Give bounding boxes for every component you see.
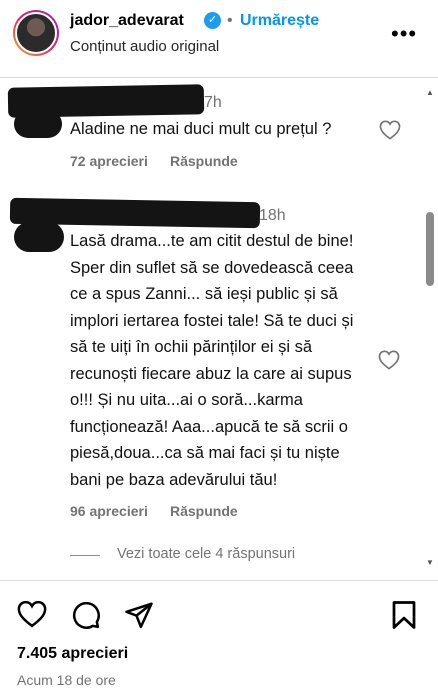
- comment-text: Lasă drama...te am citit destul de bine!…: [70, 232, 354, 489]
- separator-dot: •: [227, 12, 233, 29]
- actions-divider: [0, 580, 438, 581]
- redacted-avatar: [14, 110, 62, 138]
- audio-subtitle[interactable]: Conținut audio original: [70, 38, 219, 55]
- comments-scrollbar[interactable]: [424, 86, 436, 576]
- comment-text: Aladine ne mai duci mult cu prețul ?: [70, 120, 332, 138]
- scrollbar-thumb[interactable]: [426, 212, 434, 286]
- scroll-up-arrow-icon[interactable]: ▲: [426, 88, 434, 97]
- reply-button[interactable]: Răspunde: [170, 503, 238, 519]
- more-options-icon[interactable]: •••: [391, 23, 417, 45]
- post-likes-count[interactable]: 7.405 aprecieri: [17, 645, 128, 663]
- redacted-avatar: [14, 222, 64, 252]
- comment-icon[interactable]: [71, 600, 101, 630]
- share-icon[interactable]: [124, 600, 154, 630]
- view-replies-button[interactable]: Vezi toate cele 4 răspunsuri: [117, 546, 295, 562]
- post-timestamp: Acum 18 de ore: [17, 672, 116, 688]
- avatar-image: [15, 12, 57, 54]
- post-header: jador_adevarat ✓ • Urmărește Conținut au…: [0, 0, 438, 78]
- username[interactable]: jador_adevarat: [70, 12, 184, 30]
- reply-button[interactable]: Răspunde: [170, 153, 238, 169]
- comment-like-heart-icon[interactable]: [379, 120, 401, 140]
- like-heart-icon[interactable]: [17, 600, 47, 628]
- follow-button[interactable]: Urmărește: [240, 12, 319, 30]
- replies-divider: [70, 555, 100, 556]
- comment-likes[interactable]: 72 aprecieri: [70, 153, 148, 169]
- profile-avatar[interactable]: [13, 10, 59, 56]
- comment-time: 7h: [204, 94, 222, 111]
- bookmark-icon[interactable]: [390, 600, 418, 630]
- scroll-down-arrow-icon[interactable]: ▼: [426, 558, 434, 567]
- comment-like-heart-icon[interactable]: [378, 350, 400, 370]
- comment-likes[interactable]: 96 aprecieri: [70, 503, 148, 519]
- verified-badge-icon: ✓: [204, 12, 221, 29]
- comment-time: 18h: [259, 207, 286, 224]
